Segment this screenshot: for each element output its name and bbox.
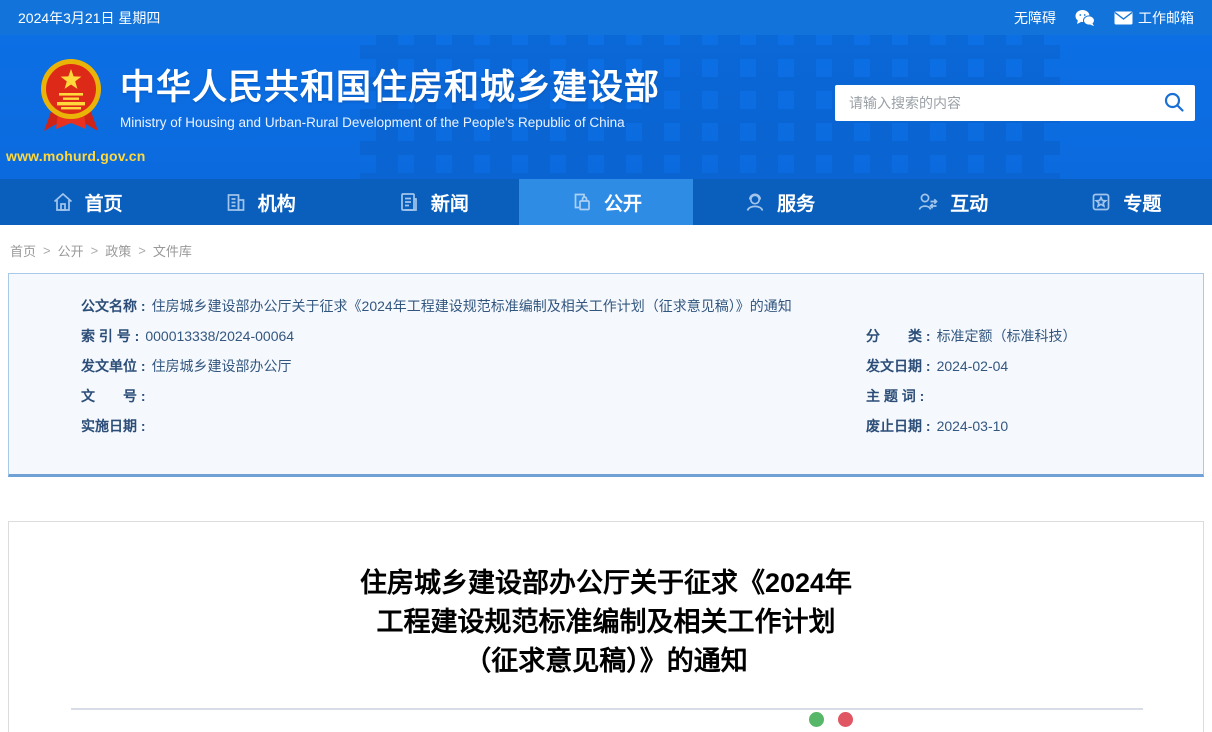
search-icon [1163, 91, 1185, 116]
topics-icon [1089, 190, 1113, 214]
article-divider [71, 708, 1143, 710]
nav-item-interaction[interactable]: 互动 [866, 179, 1039, 225]
breadcrumb-separator: > [138, 243, 146, 258]
news-icon [397, 190, 421, 214]
work-mailbox-link[interactable]: 工作邮箱 [1114, 8, 1194, 28]
doc-issuer-row: 发文单位 : 住房城乡建设部办公厅 [81, 358, 866, 375]
top-bar: 2024年3月21日 星期四 无障碍 工作邮箱 [0, 0, 1212, 35]
nav-item-service[interactable]: 服务 [693, 179, 866, 225]
doc-implementation-date-row: 实施日期 : [81, 418, 866, 435]
accessibility-link[interactable]: 无障碍 [1014, 8, 1056, 28]
organization-icon [224, 190, 248, 214]
doc-field-value: 000013338/2024-00064 [145, 328, 295, 344]
doc-field-label: 实施日期 : [81, 418, 146, 434]
breadcrumb-home[interactable]: 首页 [10, 241, 36, 260]
green-action-icon[interactable] [809, 712, 824, 727]
doc-field-value: 住房城乡建设部办公厅关于征求《2024年工程建设规范标准编制及相关工作计划（征求… [151, 298, 792, 314]
nav-label: 专题 [1123, 193, 1162, 215]
doc-field-value: 住房城乡建设部办公厅 [151, 358, 292, 374]
doc-title-row: 公文名称 : 住房城乡建设部办公厅关于征求《2024年工程建设规范标准编制及相关… [81, 298, 1163, 315]
doc-keywords-row: 主 题 词 : [866, 388, 1163, 405]
doc-number-row: 文 号 : [81, 388, 866, 405]
breadcrumb-disclosure[interactable]: 公开 [58, 241, 84, 260]
doc-field-label: 发文单位 : [81, 358, 146, 374]
search-button[interactable] [1163, 91, 1185, 116]
doc-field-value: 标准定额（标准科技） [936, 328, 1077, 344]
mailbox-label: 工作邮箱 [1138, 9, 1194, 26]
site-url: www.mohurd.gov.cn [6, 148, 146, 164]
site-name-english: Ministry of Housing and Urban-Rural Deve… [120, 115, 625, 130]
main-nav: 首页 机构 新闻 公开 服务 互动 专题 [0, 179, 1212, 225]
wechat-icon[interactable] [1074, 9, 1096, 27]
breadcrumb-policy[interactable]: 政策 [105, 241, 131, 260]
doc-field-label: 主 题 词 : [866, 388, 925, 404]
disclosure-icon [570, 190, 594, 214]
site-logo-link[interactable]: www.mohurd.gov.cn 中华人民共和国住房和城乡建设部 Minist… [0, 35, 661, 164]
mail-icon [1114, 11, 1133, 25]
search-bar [835, 85, 1195, 121]
red-action-icon[interactable] [838, 712, 853, 727]
document-info-box: 公文名称 : 住房城乡建设部办公厅关于征求《2024年工程建设规范标准编制及相关… [8, 273, 1204, 477]
site-titles: 中华人民共和国住房和城乡建设部 Ministry of Housing and … [120, 68, 661, 131]
site-name: 中华人民共和国住房和城乡建设部 [120, 68, 661, 107]
site-header: www.mohurd.gov.cn 中华人民共和国住房和城乡建设部 Minist… [0, 35, 1212, 179]
nav-label: 公开 [603, 193, 642, 215]
nav-item-home[interactable]: 首页 [0, 179, 173, 225]
article-title-line: 住房城乡建设部办公厅关于征求《2024年 [359, 568, 853, 598]
breadcrumb-separator: > [90, 243, 99, 258]
doc-field-label: 分 类 : [866, 328, 931, 344]
breadcrumb: 首页 > 公开 > 政策 > 文件库 [10, 241, 1212, 260]
nav-item-news[interactable]: 新闻 [346, 179, 519, 225]
doc-repeal-date-row: 废止日期 : 2024-03-10 [866, 418, 1163, 435]
nav-label: 首页 [84, 193, 123, 215]
article-title-line: （征求意见稿）》的通知 [464, 646, 748, 676]
doc-info-left-column: 索 引 号 : 000013338/2024-00064 发文单位 : 住房城乡… [81, 328, 866, 448]
nav-label: 服务 [777, 193, 816, 215]
home-icon [51, 190, 75, 214]
article-title: 住房城乡建设部办公厅关于征求《2024年 工程建设规范标准编制及相关工作计划 （… [9, 564, 1203, 681]
doc-info-right-column: 分 类 : 标准定额（标准科技） 发文日期 : 2024-02-04 主 题 词… [866, 328, 1163, 448]
doc-field-label: 发文日期 : [866, 358, 931, 374]
doc-field-label: 废止日期 : [866, 418, 931, 434]
service-icon [743, 190, 767, 214]
doc-field-value: 2024-03-10 [936, 418, 1009, 434]
article-title-line: 工程建设规范标准编制及相关工作计划 [376, 607, 836, 637]
doc-field-label: 索 引 号 : [81, 328, 140, 344]
nav-item-topics[interactable]: 专题 [1039, 179, 1212, 225]
nav-item-organization[interactable]: 机构 [173, 179, 346, 225]
nav-label: 新闻 [430, 193, 469, 215]
topbar-links: 无障碍 工作邮箱 [1014, 8, 1194, 28]
nav-label: 互动 [950, 193, 989, 215]
nav-label: 机构 [257, 193, 296, 215]
search-input[interactable] [849, 95, 1163, 111]
breadcrumb-separator: > [43, 243, 51, 258]
breadcrumb-document-library[interactable]: 文件库 [153, 241, 192, 260]
interaction-icon [916, 190, 940, 214]
doc-field-label: 文 号 : [81, 388, 146, 404]
doc-field-value: 2024-02-04 [936, 358, 1009, 374]
current-date: 2024年3月21日 星期四 [18, 9, 161, 26]
doc-issue-date-row: 发文日期 : 2024-02-04 [866, 358, 1163, 375]
doc-field-label: 公文名称 : [81, 298, 146, 314]
accessibility-label: 无障碍 [1014, 9, 1056, 26]
nav-item-disclosure[interactable]: 公开 [519, 179, 693, 225]
doc-index-row: 索 引 号 : 000013338/2024-00064 [81, 328, 866, 345]
national-emblem-icon [41, 59, 101, 131]
article-card: 住房城乡建设部办公厅关于征求《2024年 工程建设规范标准编制及相关工作计划 （… [8, 521, 1204, 732]
doc-category-row: 分 类 : 标准定额（标准科技） [866, 328, 1163, 345]
